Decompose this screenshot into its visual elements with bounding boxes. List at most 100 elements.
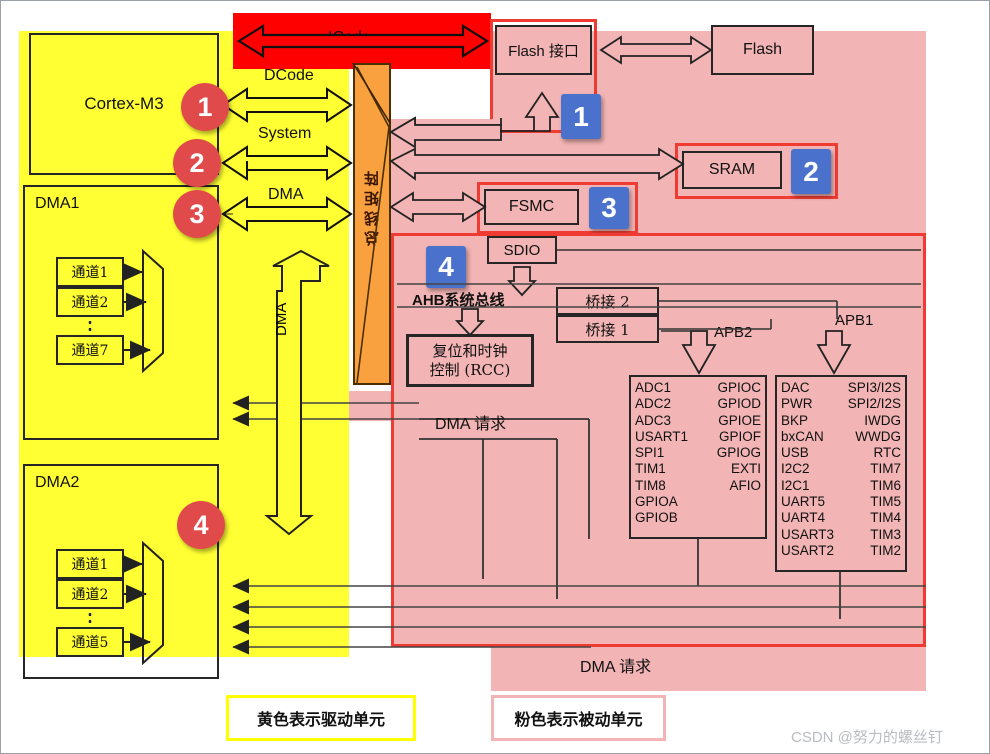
- flash-block[interactable]: Flash: [711, 25, 814, 75]
- apb1-peripheral-item: USART3: [781, 526, 835, 542]
- rcc-block[interactable]: 复位和时钟 控制 (RCC): [406, 334, 534, 387]
- apb2-peripheral-item: SPI1: [635, 445, 665, 461]
- blue-badge-3: 3: [589, 187, 629, 229]
- blue-badge-3-label: 3: [601, 192, 617, 223]
- red-badge-2: 2: [173, 139, 221, 187]
- apb1-peripheral-item: IWDG: [864, 412, 901, 428]
- apb1-peripheral-list[interactable]: DAC PWR BKP bxCAN USB I2C2 I2C1 UART5 UA…: [775, 375, 907, 572]
- red-badge-4: 4: [177, 501, 225, 549]
- apb1-peripheral-item: DAC: [781, 380, 810, 395]
- apb2-peripheral-column-left: ADC1 ADC2 ADC3 USART1 SPI1 TIM1 TIM8 GPI…: [635, 380, 688, 534]
- flash-label: Flash: [742, 41, 783, 58]
- flash-interface-label: Flash 接口: [508, 42, 579, 60]
- dma1-channel-1-label: 通道1: [71, 265, 109, 281]
- dma1-channel-1[interactable]: 通道1: [56, 257, 124, 287]
- sram-block[interactable]: SRAM: [682, 151, 782, 189]
- legend-driver-unit-label: 黄色表示驱动单元: [256, 712, 385, 729]
- dma1-channel-2-label: 通道2: [71, 295, 109, 311]
- apb2-peripheral-item: AFIO: [729, 477, 761, 493]
- apb2-peripheral-item: GPIOA: [635, 494, 678, 510]
- dma1-channel-7-label: 通道7: [71, 343, 109, 359]
- bridge-1-block[interactable]: 桥接 1: [556, 315, 659, 343]
- apb2-peripheral-item: GPIOG: [716, 445, 761, 461]
- pink-region-mid: [391, 119, 926, 234]
- apb2-peripheral-item: USART1: [635, 428, 689, 444]
- apb2-bus-label: APB2: [714, 324, 753, 341]
- legend-driver-unit: 黄色表示驱动单元: [226, 695, 416, 741]
- ahb-bus-label: AHB系统总线: [412, 292, 505, 309]
- apb1-bus-label: APB1: [835, 312, 874, 329]
- apb1-peripheral-item: TIM6: [870, 477, 901, 493]
- apb1-peripheral-item: PWR: [781, 396, 813, 412]
- blue-badge-2-label: 2: [803, 155, 819, 187]
- diagram-canvas: Cortex-M3 DMA1 通道1 通道2 通道7 DMA2 通道1 通道2 …: [0, 0, 990, 754]
- dma-vertical-bus-text: DMA: [273, 302, 290, 336]
- apb1-peripheral-item: USB: [781, 445, 809, 461]
- apb1-peripheral-item: RTC: [873, 445, 901, 461]
- bridge-2-block[interactable]: 桥接 2: [556, 287, 659, 315]
- apb1-peripheral-column-left: DAC PWR BKP bxCAN USB I2C2 I2C1 UART5 UA…: [781, 380, 834, 567]
- dma-request-top-label: DMA 请求: [435, 416, 507, 433]
- dma-vertical-bus-label: DMA: [273, 303, 306, 353]
- bus-matrix-label: 总线矩阵: [364, 166, 381, 246]
- red-badge-4-label: 4: [193, 509, 209, 540]
- blue-badge-2: 2: [791, 149, 831, 194]
- apb1-peripheral-item: TIM5: [870, 494, 901, 510]
- apb1-peripheral-item: WWDG: [855, 428, 901, 444]
- blue-badge-4-label: 4: [438, 251, 454, 282]
- rcc-label-line2: 控制 (RCC): [429, 360, 511, 379]
- apb2-peripheral-item: ADC3: [635, 412, 672, 428]
- red-badge-3: 3: [173, 190, 221, 238]
- apb1-peripheral-column-right: SPI3/I2S SPI2/I2S IWDG WWDG RTC TIM7 TIM…: [848, 380, 901, 567]
- apb1-peripheral-item: I2C1: [781, 477, 810, 493]
- apb2-peripheral-item: GPIOB: [635, 510, 678, 526]
- apb1-peripheral-item: UART5: [781, 494, 826, 510]
- watermark: CSDN @努力的螺丝钉: [791, 729, 943, 746]
- cortex-m3-label: Cortex-M3: [84, 94, 164, 113]
- fsmc-block[interactable]: FSMC: [484, 189, 579, 225]
- apb2-peripheral-item: ADC1: [635, 380, 672, 395]
- apb1-peripheral-item: TIM3: [870, 526, 901, 542]
- apb1-peripheral-item: TIM2: [870, 542, 901, 558]
- apb1-peripheral-item: USART2: [781, 542, 835, 558]
- apb2-peripheral-item: ADC2: [635, 396, 672, 412]
- apb1-peripheral-item: BKP: [781, 412, 809, 428]
- dma1-channel-7[interactable]: 通道7: [56, 335, 124, 365]
- dma2-channel-2[interactable]: 通道2: [56, 579, 124, 609]
- sram-label: SRAM: [708, 161, 756, 178]
- dma2-channel-2-label: 通道2: [71, 587, 109, 603]
- apb1-peripheral-item: SPI2/I2S: [847, 396, 901, 412]
- red-badge-3-label: 3: [189, 198, 205, 229]
- apb1-peripheral-item: TIM7: [870, 461, 901, 477]
- fsmc-label: FSMC: [508, 198, 555, 215]
- sdio-block[interactable]: SDIO: [487, 236, 557, 264]
- icode-bus-label: ICode: [328, 29, 371, 46]
- bridge-1-label: 桥接 1: [585, 320, 630, 339]
- legend-passive-unit-label: 粉色表示被动单元: [514, 712, 643, 729]
- bridge-2-label: 桥接 2: [585, 292, 630, 311]
- dma-bus-label: DMA: [268, 186, 304, 203]
- blue-badge-4: 4: [426, 246, 466, 288]
- red-badge-2-label: 2: [189, 147, 205, 178]
- blue-badge-1-label: 1: [573, 100, 589, 132]
- apb2-peripheral-list[interactable]: ADC1 ADC2 ADC3 USART1 SPI1 TIM1 TIM8 GPI…: [629, 375, 767, 539]
- system-bus-label: System: [258, 125, 312, 142]
- pink-region-dma-request-strip: [491, 647, 926, 691]
- legend-passive-unit: 粉色表示被动单元: [491, 695, 666, 741]
- dma2-channel-5[interactable]: 通道5: [56, 627, 124, 657]
- dma2-channel-5-label: 通道5: [71, 635, 109, 651]
- apb2-peripheral-item: GPIOF: [718, 428, 761, 444]
- apb2-peripheral-column-right: GPIOC GPIOD GPIOE GPIOF GPIOG EXTI AFIO: [717, 380, 761, 534]
- flash-interface-block[interactable]: Flash 接口: [495, 25, 592, 75]
- blue-badge-1: 1: [561, 94, 601, 139]
- red-badge-1: 1: [181, 83, 229, 131]
- dma1-channel-2[interactable]: 通道2: [56, 287, 124, 317]
- apb2-peripheral-item: TIM1: [635, 461, 666, 477]
- dma-request-bottom-label: DMA 请求: [580, 659, 652, 676]
- apb1-peripheral-item: TIM4: [870, 510, 901, 526]
- apb1-peripheral-item: bxCAN: [781, 428, 824, 444]
- dma2-label: DMA2: [35, 474, 80, 491]
- dma2-channel-1-label: 通道1: [71, 557, 109, 573]
- apb2-peripheral-item: GPIOE: [718, 412, 761, 428]
- dma2-channel-1[interactable]: 通道1: [56, 549, 124, 579]
